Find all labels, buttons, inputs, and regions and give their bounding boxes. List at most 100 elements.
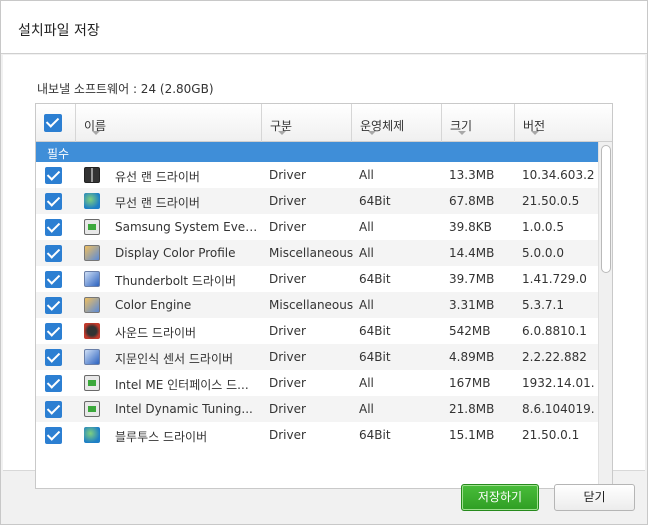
bluetooth-globe-icon [84, 427, 100, 443]
row-name: 블루투스 드라이버 [115, 430, 208, 444]
fingerprint-icon [84, 349, 100, 365]
export-count-label: 내보낼 소프트웨어 : 24 (2.80GB) [37, 82, 214, 96]
row-checkbox[interactable] [45, 401, 62, 418]
column-header-os[interactable]: 운영체제 [352, 104, 442, 142]
row-os: 64Bit [359, 350, 391, 364]
row-version: 6.0.8810.1 [522, 324, 587, 338]
column-header-name[interactable]: 이름 [76, 104, 262, 142]
row-os: All [359, 168, 374, 182]
row-name: Intel Dynamic Tuning... [115, 402, 253, 416]
row-checkbox[interactable] [45, 219, 62, 236]
table-row[interactable]: Intel ME 인터페이스 드... Driver All 167MB 1932.14… [36, 370, 598, 396]
sort-arrow-icon [368, 131, 376, 135]
group-header-required[interactable]: 필수 [36, 142, 598, 162]
row-os: 64Bit [359, 272, 391, 286]
network-driver-icon [84, 167, 100, 183]
sort-arrow-icon [92, 131, 100, 135]
column-header-version[interactable]: 버전 [515, 104, 612, 142]
table-row[interactable]: 지문인식 센서 드라이버 Driver 64Bit 4.89MB 2.2.22.882 [36, 344, 598, 370]
row-type: Driver [269, 272, 306, 286]
intel-me-icon [84, 375, 100, 391]
row-name: Intel ME 인터페이스 드... [115, 378, 249, 392]
close-button[interactable]: 닫기 [554, 484, 635, 511]
row-checkbox[interactable] [45, 349, 62, 366]
sort-arrow-icon [531, 131, 539, 135]
row-os: All [359, 246, 374, 260]
row-checkbox[interactable] [45, 271, 62, 288]
row-name: 무선 랜 드라이버 [115, 196, 200, 210]
save-installer-dialog: 설치파일 저장 내보낼 소프트웨어 : 24 (2.80GB) 이름 구분 운영… [0, 0, 648, 525]
row-type: Driver [269, 402, 306, 416]
row-version: 5.0.0.0 [522, 246, 564, 260]
column-header-size[interactable]: 크기 [442, 104, 515, 142]
save-button[interactable]: 저장하기 [461, 484, 539, 511]
row-name: 사운드 드라이버 [115, 326, 197, 340]
row-type: Driver [269, 168, 306, 182]
row-version: 2.2.22.882 [522, 350, 587, 364]
intel-tuning-icon [84, 401, 100, 417]
row-size: 3.31MB [449, 298, 495, 312]
row-type: Driver [269, 220, 306, 234]
row-version: 1932.14.01... [522, 376, 594, 390]
sort-arrow-icon [278, 131, 286, 135]
row-type: Miscellaneous [269, 298, 353, 312]
table-row[interactable]: Intel Dynamic Tuning... Driver All 21.8MB 8.… [36, 396, 598, 422]
row-os: 64Bit [359, 194, 391, 208]
table-row[interactable]: 무선 랜 드라이버 Driver 64Bit 67.8MB 21.50.0.5 [36, 188, 598, 214]
wireless-globe-icon [84, 193, 100, 209]
table-row[interactable]: 사운드 드라이버 Driver 64Bit 542MB 6.0.8810.1 [36, 318, 598, 344]
dialog-titlebar: 설치파일 저장 [1, 1, 647, 54]
row-type: Driver [269, 428, 306, 442]
row-type: Miscellaneous [269, 246, 353, 260]
row-type: Driver [269, 350, 306, 364]
row-version: 21.50.0.1 [522, 428, 580, 442]
row-size: 21.8MB [449, 402, 495, 416]
row-checkbox[interactable] [45, 375, 62, 392]
select-all-checkbox[interactable] [44, 114, 62, 132]
table-row[interactable]: Display Color Profile Miscellaneous All 14.… [36, 240, 598, 266]
table-row[interactable]: Thunderbolt 드라이버 Driver 64Bit 39.7MB 1.41.72… [36, 266, 598, 292]
row-name: 유선 랜 드라이버 [115, 170, 200, 184]
row-version: 5.3.7.1 [522, 298, 564, 312]
row-checkbox[interactable] [45, 193, 62, 210]
row-checkbox[interactable] [45, 323, 62, 340]
column-header-type[interactable]: 구분 [262, 104, 352, 142]
column-label-os: 운영체제 [360, 119, 405, 133]
row-checkbox[interactable] [45, 167, 62, 184]
row-name: Samsung System Event... [115, 220, 260, 234]
row-size: 39.8KB [449, 220, 492, 234]
row-os: All [359, 220, 374, 234]
sort-arrow-icon [458, 131, 466, 135]
sound-driver-icon [84, 323, 100, 339]
row-version: 10.34.603.2... [522, 168, 594, 182]
row-os: 64Bit [359, 428, 391, 442]
row-size: 4.89MB [449, 350, 495, 364]
row-size: 14.4MB [449, 246, 495, 260]
table-header: 이름 구분 운영체제 크기 버전 [36, 104, 612, 142]
row-os: All [359, 402, 374, 416]
row-version: 1.0.0.5 [522, 220, 564, 234]
row-checkbox[interactable] [45, 427, 62, 444]
color-engine-icon [84, 297, 100, 313]
row-name: Display Color Profile [115, 246, 236, 260]
row-size: 15.1MB [449, 428, 495, 442]
row-type: Driver [269, 324, 306, 338]
table-row[interactable]: 유선 랜 드라이버 Driver All 13.3MB 10.34.603.2... [36, 162, 598, 188]
row-type: Driver [269, 194, 306, 208]
row-name: Color Engine [115, 298, 192, 312]
row-size: 13.3MB [449, 168, 495, 182]
scrollbar-thumb[interactable] [601, 145, 611, 273]
row-size: 542MB [449, 324, 491, 338]
dialog-content: 내보낼 소프트웨어 : 24 (2.80GB) 이름 구분 운영체제 크기 버전… [3, 55, 645, 489]
table-row[interactable]: Color Engine Miscellaneous All 3.31MB 5.3.7.… [36, 292, 598, 318]
row-checkbox[interactable] [45, 245, 62, 262]
row-size: 39.7MB [449, 272, 495, 286]
table-row[interactable]: 블루투스 드라이버 Driver 64Bit 15.1MB 21.50.0.1 [36, 422, 598, 448]
row-size: 67.8MB [449, 194, 495, 208]
row-checkbox[interactable] [45, 297, 62, 314]
vertical-scrollbar[interactable] [598, 142, 612, 488]
table-row[interactable]: Samsung System Event... Driver All 39.8KB 1.… [36, 214, 598, 240]
select-all-header [36, 104, 76, 142]
system-board-icon [84, 219, 100, 235]
row-name: Thunderbolt 드라이버 [115, 274, 237, 288]
